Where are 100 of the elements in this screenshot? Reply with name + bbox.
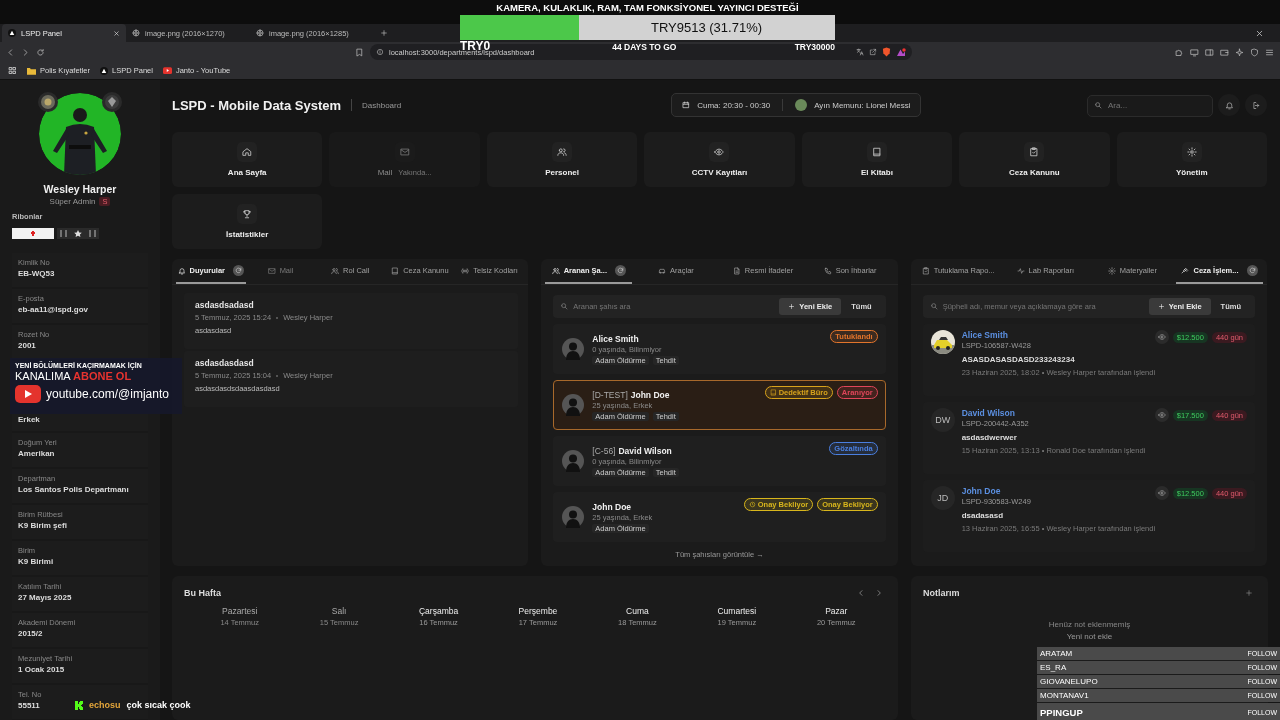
- follower-name: GIOVANELUPO: [1040, 677, 1099, 686]
- people-icon: [331, 266, 340, 275]
- menu-icon[interactable]: [1265, 47, 1274, 57]
- view-button[interactable]: [1154, 486, 1169, 500]
- trophy-icon: [242, 209, 253, 219]
- bookmark-icon[interactable]: [355, 47, 364, 57]
- ribbon-icon: [57, 228, 99, 239]
- nav-card[interactable]: Personel: [486, 132, 638, 187]
- avatar: DW: [930, 408, 955, 432]
- record-description: asdasdwerwer: [961, 433, 1018, 442]
- field-value: Amerikan: [18, 449, 55, 458]
- nav-card[interactable]: İstatistikler: [172, 194, 323, 249]
- folder-icon: [27, 66, 36, 75]
- ribbon-icon: [12, 228, 54, 239]
- reload-icon[interactable]: [36, 47, 45, 57]
- book-icon: [391, 266, 400, 275]
- notification-button[interactable]: [1218, 94, 1240, 116]
- search-icon: [929, 302, 938, 310]
- apps-grid-icon[interactable]: [8, 66, 17, 75]
- suspect-name[interactable]: John Doe: [961, 486, 1001, 496]
- emblem-icon: [38, 92, 58, 112]
- plus-icon[interactable]: [380, 29, 388, 37]
- day-name[interactable]: Pazartesi: [222, 606, 258, 616]
- nav-card[interactable]: Ceza Kanunu: [959, 132, 1110, 187]
- book-icon: [769, 389, 777, 396]
- screen-icon[interactable]: [1190, 47, 1199, 57]
- eye-icon: [1157, 411, 1166, 419]
- eye-icon: [714, 147, 725, 157]
- wallet-icon[interactable]: [1220, 47, 1229, 57]
- gear-icon: [1107, 266, 1116, 275]
- field-value: 2015/2: [18, 629, 43, 638]
- sidebar-icon[interactable]: [1205, 47, 1214, 57]
- day-name[interactable]: Cumartesi: [717, 606, 757, 616]
- day-name[interactable]: Pazar: [825, 606, 848, 616]
- sparkle-icon[interactable]: [1235, 47, 1244, 57]
- view-button[interactable]: [1154, 408, 1169, 422]
- field-value: 55511: [18, 701, 40, 710]
- gavel-icon: [1181, 266, 1190, 275]
- nav-card[interactable]: CCTV Kayıtları: [644, 132, 795, 187]
- search-icon: [560, 302, 569, 310]
- add-note-link[interactable]: Yeni not ekle: [1066, 632, 1113, 641]
- plus-icon: [1157, 303, 1165, 310]
- field-value: 2001: [18, 341, 36, 350]
- person-name: John Doe: [630, 389, 670, 400]
- logout-icon: [1251, 100, 1261, 110]
- field-value: K9 Birim şefi: [18, 521, 67, 530]
- translate-icon[interactable]: [856, 48, 864, 56]
- day-name[interactable]: Perşembe: [518, 606, 558, 616]
- follower-name: ES_RA: [1040, 663, 1068, 672]
- lion-shield-icon[interactable]: [882, 47, 891, 57]
- officer-of-month: Ayın Memuru: Lionel Messi: [814, 100, 911, 110]
- info-icon: [376, 48, 384, 56]
- case-code: [D-TEST]: [592, 389, 628, 400]
- logout-button[interactable]: [1245, 94, 1267, 116]
- nav-card[interactable]: Ana Sayfa: [172, 132, 323, 187]
- field-value: 1 Ocak 2015: [18, 665, 65, 674]
- person-name: Alice Smith: [592, 333, 639, 344]
- close-icon[interactable]: [1255, 28, 1264, 38]
- avatar: [795, 99, 808, 111]
- day-name[interactable]: Salı: [331, 606, 347, 616]
- search-field[interactable]: Ara...: [1087, 94, 1213, 117]
- triangle-logo-icon: [8, 29, 16, 37]
- chat-username: echosu: [89, 700, 121, 710]
- suspect-name[interactable]: Alice Smith: [961, 330, 1008, 340]
- nav-card[interactable]: Yönetim: [1116, 132, 1267, 187]
- shield-icon[interactable]: [1250, 47, 1259, 57]
- suspect-name[interactable]: David Wilson: [961, 408, 1015, 418]
- phone-icon: [823, 266, 832, 275]
- mail-icon: [267, 266, 276, 275]
- nav-card[interactable]: El Kitabı: [801, 132, 953, 187]
- calendar-icon: [682, 101, 691, 109]
- user-role: Süper Admin: [49, 197, 96, 206]
- field-value: EB-WQ53: [18, 269, 55, 278]
- announcement-title: asdasdasdasd: [195, 358, 255, 368]
- close-icon[interactable]: [113, 29, 120, 37]
- person-silhouette: [562, 394, 585, 416]
- person-silhouette: [562, 450, 585, 472]
- record-description: dsadasasd: [961, 511, 1004, 520]
- day-name[interactable]: Cuma: [626, 606, 649, 616]
- announcement-title: asdasdsadasd: [195, 300, 255, 310]
- person-silhouette: [562, 338, 585, 360]
- mail-icon: [399, 147, 410, 157]
- section-title: Notlarım: [923, 588, 961, 598]
- field-value: eb-aa11@lspd.gov: [18, 305, 89, 314]
- triangle-icon[interactable]: [896, 47, 906, 57]
- people-icon: [551, 266, 560, 275]
- field-value: Erkek: [18, 415, 40, 424]
- page-title: LSPD - Mobile Data System: [172, 97, 342, 113]
- book-icon: [871, 147, 882, 157]
- share-icon[interactable]: [869, 48, 877, 56]
- play-logo-icon: [15, 385, 41, 403]
- banner-headline: KANALIMA ABONE OL: [15, 370, 133, 382]
- shift-time: Cuma: 20:30 - 00:30: [697, 100, 771, 110]
- chat-message: çok sıcak çook: [126, 700, 191, 710]
- plus-icon: [1245, 589, 1253, 597]
- day-name[interactable]: Çarşamba: [418, 606, 459, 616]
- case-code: [C-56]: [592, 445, 616, 456]
- view-button[interactable]: [1154, 330, 1169, 344]
- person-name: John Doe: [592, 501, 632, 512]
- gear-icon: [1186, 147, 1197, 157]
